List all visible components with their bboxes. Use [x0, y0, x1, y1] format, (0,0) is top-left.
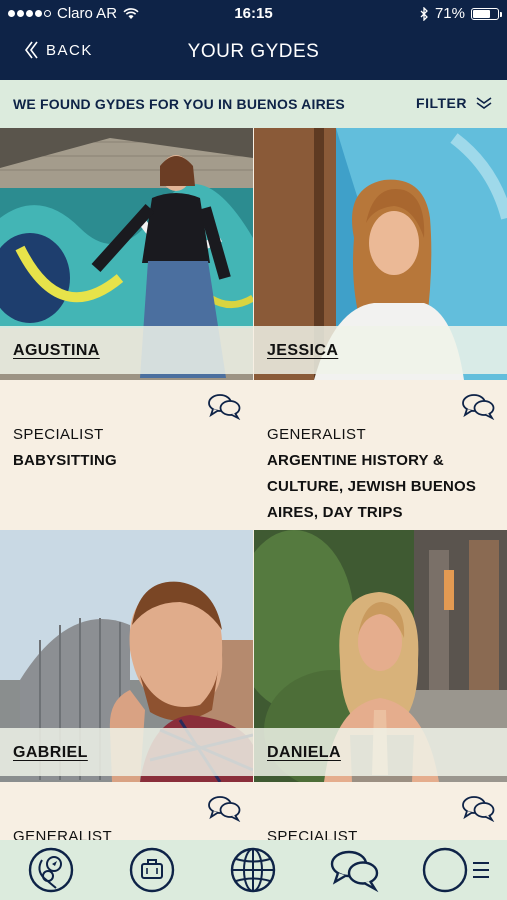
explore-tab[interactable] — [26, 846, 76, 894]
gyde-name-band: GABRIEL — [0, 728, 253, 776]
gyde-info: SPECIALIST BABYSITTING — [0, 380, 253, 530]
gyde-name[interactable]: GABRIEL — [13, 744, 88, 762]
gydes-grid: AGUSTINA SPECIALIST BABYSITTING JESSICA … — [0, 128, 507, 840]
gyde-type: SPECIALIST — [267, 828, 358, 840]
gyde-info: SPECIALIST — [254, 782, 507, 840]
gyde-name-band: JESSICA — [254, 326, 507, 374]
filter-bar: WE FOUND GYDES FOR YOU IN BUENOS AIRES F… — [0, 80, 507, 128]
gyde-name[interactable]: AGUSTINA — [13, 342, 100, 360]
battery-group: 71% — [420, 5, 502, 22]
gyde-name-band: DANIELA — [254, 728, 507, 776]
gyde-name[interactable]: DANIELA — [267, 744, 341, 762]
nav-bar: BACK YOUR GYDES — [0, 28, 507, 80]
profile-menu-tab[interactable] — [421, 846, 493, 894]
battery-fill — [473, 9, 491, 18]
gyde-card-agustina[interactable]: AGUSTINA SPECIALIST BABYSITTING — [0, 128, 253, 530]
status-bar: Claro AR 16:15 71% — [0, 0, 507, 28]
battery-percent: 71% — [434, 5, 465, 22]
gyde-specialty: BABYSITTING — [13, 452, 117, 469]
gyde-type: SPECIALIST — [13, 426, 104, 443]
messages-tab[interactable] — [328, 846, 382, 894]
gyde-name-band: AGUSTINA — [0, 326, 253, 374]
gyde-name[interactable]: JESSICA — [267, 342, 338, 360]
chat-icon[interactable] — [207, 392, 241, 420]
results-message: WE FOUND GYDES FOR YOU IN BUENOS AIRES — [13, 96, 345, 112]
gyde-card-jessica[interactable]: JESSICA GENERALIST ARGENTINE HISTORY & C… — [254, 128, 507, 530]
filter-label: FILTER — [416, 95, 467, 111]
gyde-card-gabriel[interactable]: GABRIEL GENERALIST — [0, 530, 253, 840]
chat-icon[interactable] — [207, 794, 241, 822]
gyde-type: GENERALIST — [13, 828, 113, 840]
tab-bar — [0, 840, 507, 900]
trips-tab[interactable] — [127, 846, 177, 894]
gyde-card-daniela[interactable]: DANIELA SPECIALIST — [254, 530, 507, 840]
gyde-type: GENERALIST — [267, 426, 367, 443]
gyde-specialty: ARGENTINE HISTORY & CULTURE, JEWISH BUEN… — [267, 452, 477, 521]
battery-icon — [471, 7, 502, 20]
bluetooth-icon — [420, 6, 428, 21]
page-title: YOUR GYDES — [187, 41, 320, 62]
globe-tab[interactable] — [228, 846, 278, 894]
chat-icon[interactable] — [461, 392, 495, 420]
filter-button[interactable]: FILTER — [416, 95, 493, 111]
chevron-down-icon — [476, 97, 492, 109]
chat-icon[interactable] — [461, 794, 495, 822]
gyde-info: GENERALIST ARGENTINE HISTORY & CULTURE, … — [254, 380, 507, 530]
gyde-info: GENERALIST — [0, 782, 253, 840]
